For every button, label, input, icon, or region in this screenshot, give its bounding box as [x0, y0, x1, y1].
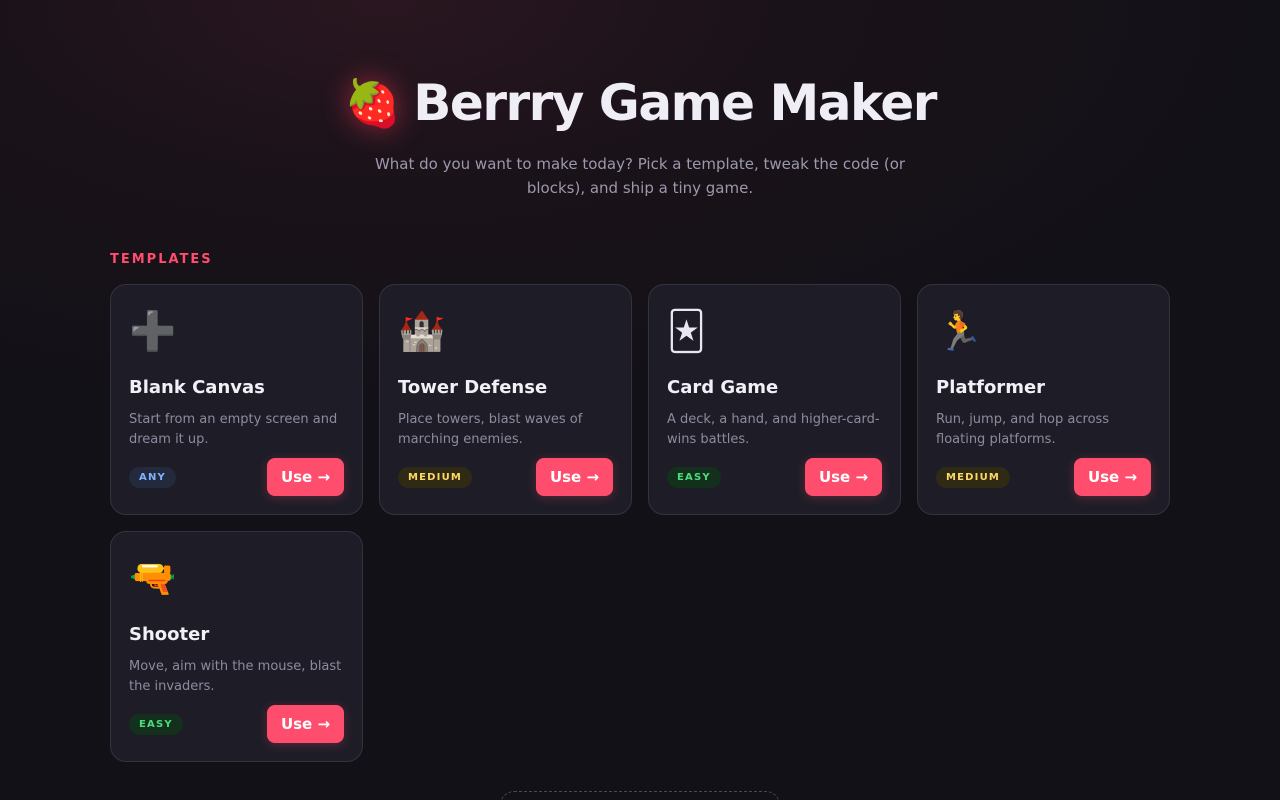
card-description: Start from an empty screen and dream it …: [129, 412, 338, 447]
difficulty-badge: MEDIUM: [398, 466, 473, 488]
card-title: Platformer: [936, 377, 1046, 398]
strawberry-icon: 🍓: [344, 76, 402, 130]
use-template-button[interactable]: Use →: [1074, 458, 1151, 496]
template-card-blank-canvas[interactable]: ➕ Blank Canvas Start from an empty scree…: [110, 284, 363, 515]
templates-section-label: TEMPLATES: [110, 252, 213, 267]
castle-icon: 🏰: [398, 309, 446, 353]
runner-icon: 🏃: [936, 309, 984, 353]
subtitle: What do you want to make today? Pick a t…: [374, 155, 906, 197]
difficulty-badge: EASY: [667, 466, 721, 488]
dashed-placeholder[interactable]: [500, 791, 780, 800]
app-title: Berrry Game Maker: [413, 74, 937, 132]
card-description: Move, aim with the mouse, blast the inva…: [129, 659, 342, 694]
card-title: Blank Canvas: [129, 377, 265, 398]
card-description: A deck, a hand, and higher-card-wins bat…: [667, 412, 880, 447]
templates-grid: ➕ Blank Canvas Start from an empty scree…: [110, 284, 1170, 762]
use-template-button[interactable]: Use →: [267, 458, 344, 496]
card-description: Run, jump, and hop across floating platf…: [936, 412, 1110, 447]
card-footer: MEDIUM Use →: [398, 458, 613, 496]
card-footer: EASY Use →: [667, 458, 882, 496]
template-card-shooter[interactable]: 🔫 Shooter Move, aim with the mouse, blas…: [110, 531, 363, 762]
use-template-button[interactable]: Use →: [267, 705, 344, 743]
water-pistol-icon: 🔫: [129, 556, 177, 600]
title-row: 🍓 Berrry Game Maker: [0, 70, 1280, 136]
difficulty-badge: MEDIUM: [936, 466, 1011, 488]
card-title: Card Game: [667, 377, 779, 398]
template-card-platformer[interactable]: 🏃 Platformer Run, jump, and hop across f…: [917, 284, 1170, 515]
hero: 🍓 Berrry Game Maker What do you want to …: [0, 70, 1280, 200]
card-title: Shooter: [129, 624, 210, 645]
card-title: Tower Defense: [398, 377, 548, 398]
joker-card-icon: 🃏: [667, 309, 706, 353]
card-footer: ANY Use →: [129, 458, 344, 496]
difficulty-badge: EASY: [129, 713, 183, 735]
template-card-card-game[interactable]: 🃏 Card Game A deck, a hand, and higher-c…: [648, 284, 901, 515]
plus-icon: ➕: [129, 309, 177, 353]
use-template-button[interactable]: Use →: [536, 458, 613, 496]
template-card-tower-defense[interactable]: 🏰 Tower Defense Place towers, blast wave…: [379, 284, 632, 515]
card-footer: MEDIUM Use →: [936, 458, 1151, 496]
card-description: Place towers, blast waves of marching en…: [398, 412, 583, 447]
difficulty-badge: ANY: [129, 466, 176, 488]
card-footer: EASY Use →: [129, 705, 344, 743]
use-template-button[interactable]: Use →: [805, 458, 882, 496]
